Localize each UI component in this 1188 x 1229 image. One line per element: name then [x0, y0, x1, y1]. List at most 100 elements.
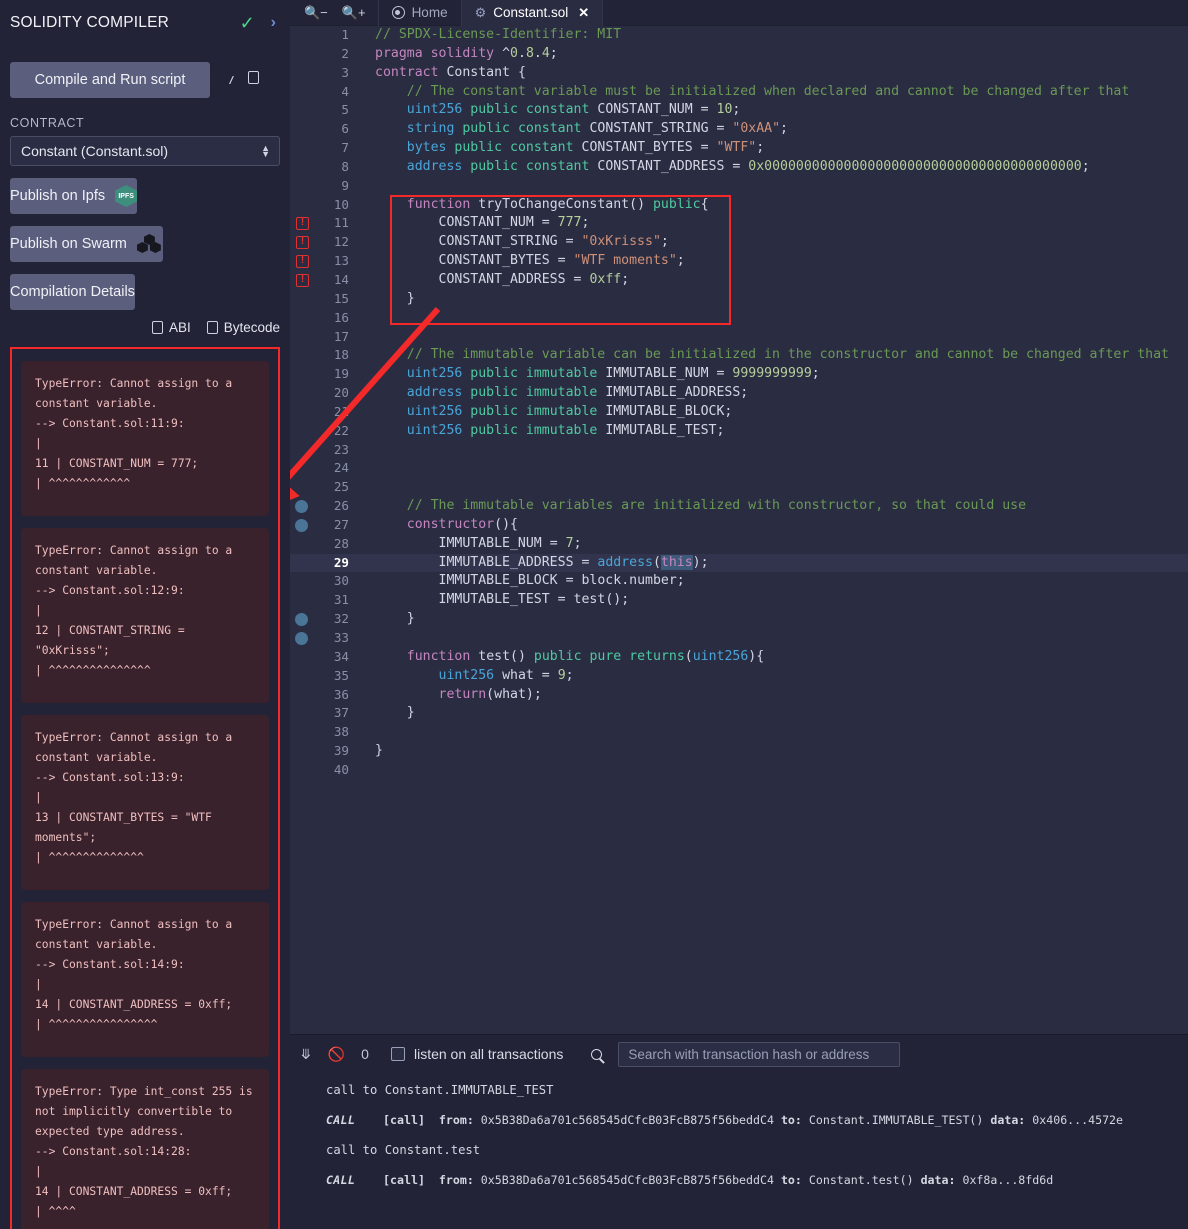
tab-bar: 🔍− 🔍+ Home ⚙ Constant.sol ✕	[290, 0, 1188, 26]
line-number: 3	[320, 64, 358, 83]
line-number: 17	[320, 328, 358, 347]
code-line[interactable]: 9	[290, 177, 1188, 196]
error-marker-icon[interactable]: !	[296, 274, 309, 287]
tab-constant-sol[interactable]: ⚙ Constant.sol ✕	[461, 0, 604, 26]
code-line[interactable]: 17	[290, 328, 1188, 347]
code-line[interactable]: 37 }	[290, 704, 1188, 723]
code-line[interactable]: 32 }	[290, 610, 1188, 629]
code-line[interactable]: 20 address public immutable IMMUTABLE_AD…	[290, 384, 1188, 403]
code-line[interactable]: 23	[290, 441, 1188, 460]
code-editor[interactable]: 1// SPDX-License-Identifier: MIT2pragma …	[290, 26, 1188, 1034]
code-text: uint256 public immutable IMMUTABLE_TEST;	[358, 422, 724, 441]
code-line[interactable]: 36 return(what);	[290, 686, 1188, 705]
code-line[interactable]: 3contract Constant {	[290, 64, 1188, 83]
error-marker-icon[interactable]: !	[296, 217, 309, 230]
code-line[interactable]: 24	[290, 459, 1188, 478]
error-card[interactable]: TypeError: Cannot assign to a constant v…	[21, 528, 269, 703]
code-line[interactable]: 6 string public constant CONSTANT_STRING…	[290, 120, 1188, 139]
error-card[interactable]: TypeError: Cannot assign to a constant v…	[21, 361, 269, 516]
code-line[interactable]: 26 // The immutable variables are initia…	[290, 497, 1188, 516]
code-text: }	[358, 610, 415, 629]
terminal-log[interactable]: call to Constant.IMMUTABLE_TESTCALL [cal…	[290, 1073, 1188, 1197]
code-line[interactable]: 16	[290, 309, 1188, 328]
line-number: 4	[320, 83, 358, 102]
copy-icon[interactable]	[248, 71, 259, 89]
error-marker-icon[interactable]: !	[296, 255, 309, 268]
code-line[interactable]: 18 // The immutable variable can be init…	[290, 346, 1188, 365]
code-line[interactable]: 7 bytes public constant CONSTANT_BYTES =…	[290, 139, 1188, 158]
copy-abi-button[interactable]: ABI	[152, 320, 191, 335]
code-text	[358, 478, 375, 497]
error-marker-icon[interactable]: !	[296, 236, 309, 249]
breakpoint-dot-icon[interactable]	[295, 500, 308, 513]
code-line[interactable]: !14 CONSTANT_ADDRESS = 0xff;	[290, 271, 1188, 290]
code-line[interactable]: 28 IMMUTABLE_NUM = 7;	[290, 535, 1188, 554]
code-line[interactable]: 1// SPDX-License-Identifier: MIT	[290, 26, 1188, 45]
code-text: }	[358, 742, 383, 761]
close-icon[interactable]: ✕	[578, 5, 589, 21]
transaction-log-line[interactable]: CALL [call] from: 0x5B38Da6a701c568545dC…	[326, 1103, 1188, 1137]
log-line[interactable]: call to Constant.test	[326, 1137, 1188, 1163]
publish-on-ipfs-button[interactable]: Publish on Ipfs IPFS	[10, 178, 137, 214]
gutter-marker	[290, 83, 320, 102]
copy-bytecode-button[interactable]: Bytecode	[207, 320, 280, 335]
line-number: 27	[320, 516, 358, 535]
error-card[interactable]: TypeError: Cannot assign to a constant v…	[21, 715, 269, 890]
code-line[interactable]: 29 IMMUTABLE_ADDRESS = address(this);	[290, 554, 1188, 573]
search-input[interactable]	[618, 1042, 900, 1067]
chevrons-down-icon[interactable]: ⤋	[300, 1046, 312, 1063]
code-line[interactable]: 30 IMMUTABLE_BLOCK = block.number;	[290, 572, 1188, 591]
code-line[interactable]: 34 function test() public pure returns(u…	[290, 648, 1188, 667]
code-line[interactable]: 8 address public constant CONSTANT_ADDRE…	[290, 158, 1188, 177]
gutter-marker	[290, 139, 320, 158]
publish-on-swarm-button[interactable]: Publish on Swarm	[10, 226, 163, 262]
zoom-out-icon[interactable]: 🔍−	[304, 5, 328, 21]
breakpoint-dot-icon[interactable]	[295, 519, 308, 532]
zoom-in-icon[interactable]: 🔍+	[342, 5, 366, 21]
code-line[interactable]: 25	[290, 478, 1188, 497]
line-number: 11	[320, 214, 358, 233]
transaction-log-line[interactable]: CALL [call] from: 0x5B38Da6a701c568545dC…	[326, 1163, 1188, 1197]
breakpoint-dot-icon[interactable]	[295, 613, 308, 626]
search-icon[interactable]	[591, 1049, 602, 1060]
code-line[interactable]: !11 CONSTANT_NUM = 777;	[290, 214, 1188, 233]
compile-and-run-script-button[interactable]: Compile and Run script	[10, 62, 210, 98]
ban-icon[interactable]: 🚫	[328, 1046, 345, 1063]
solidity-compiler-panel: SOLIDITY COMPILER ✓ › Compile and Run sc…	[0, 0, 290, 1229]
contract-select[interactable]: Constant (Constant.sol) ▲▼	[10, 136, 280, 166]
code-line[interactable]: 4 // The constant variable must be initi…	[290, 83, 1188, 102]
line-number: 1	[320, 26, 358, 45]
code-line[interactable]: 5 uint256 public constant CONSTANT_NUM =…	[290, 101, 1188, 120]
info-icon[interactable]: 𝚤	[228, 71, 231, 89]
code-line[interactable]: 2pragma solidity ^0.8.4;	[290, 45, 1188, 64]
tab-home[interactable]: Home	[378, 0, 461, 26]
error-card[interactable]: TypeError: Type int_const 255 is not imp…	[21, 1069, 269, 1229]
code-line[interactable]: 40	[290, 761, 1188, 780]
line-number: 32	[320, 610, 358, 629]
gutter-marker	[290, 478, 320, 497]
code-area[interactable]: 1// SPDX-License-Identifier: MIT2pragma …	[290, 26, 1188, 780]
listen-all-transactions-checkbox[interactable]	[391, 1047, 405, 1061]
breakpoint-dot-icon[interactable]	[295, 632, 308, 645]
log-line[interactable]: call to Constant.IMMUTABLE_TEST	[326, 1077, 1188, 1103]
code-line[interactable]: 38	[290, 723, 1188, 742]
code-line[interactable]: 15 }	[290, 290, 1188, 309]
code-text: // The immutable variables are initializ…	[358, 497, 1026, 516]
code-line[interactable]: 33	[290, 629, 1188, 648]
code-line[interactable]: 22 uint256 public immutable IMMUTABLE_TE…	[290, 422, 1188, 441]
code-line[interactable]: 21 uint256 public immutable IMMUTABLE_BL…	[290, 403, 1188, 422]
code-line[interactable]: 39}	[290, 742, 1188, 761]
error-card[interactable]: TypeError: Cannot assign to a constant v…	[21, 902, 269, 1057]
chevron-right-icon[interactable]: ›	[271, 15, 276, 31]
log-to-label: to:	[781, 1113, 802, 1127]
code-line[interactable]: 31 IMMUTABLE_TEST = test();	[290, 591, 1188, 610]
compilation-details-button[interactable]: Compilation Details	[10, 274, 135, 310]
code-line[interactable]: !13 CONSTANT_BYTES = "WTF moments";	[290, 252, 1188, 271]
gutter-marker	[290, 26, 320, 45]
code-line[interactable]: 10 function tryToChangeConstant() public…	[290, 196, 1188, 215]
contract-label: CONTRACT	[0, 116, 290, 130]
code-line[interactable]: 27 constructor(){	[290, 516, 1188, 535]
code-line[interactable]: 19 uint256 public immutable IMMUTABLE_NU…	[290, 365, 1188, 384]
code-line[interactable]: 35 uint256 what = 9;	[290, 667, 1188, 686]
code-line[interactable]: !12 CONSTANT_STRING = "0xKrisss";	[290, 233, 1188, 252]
